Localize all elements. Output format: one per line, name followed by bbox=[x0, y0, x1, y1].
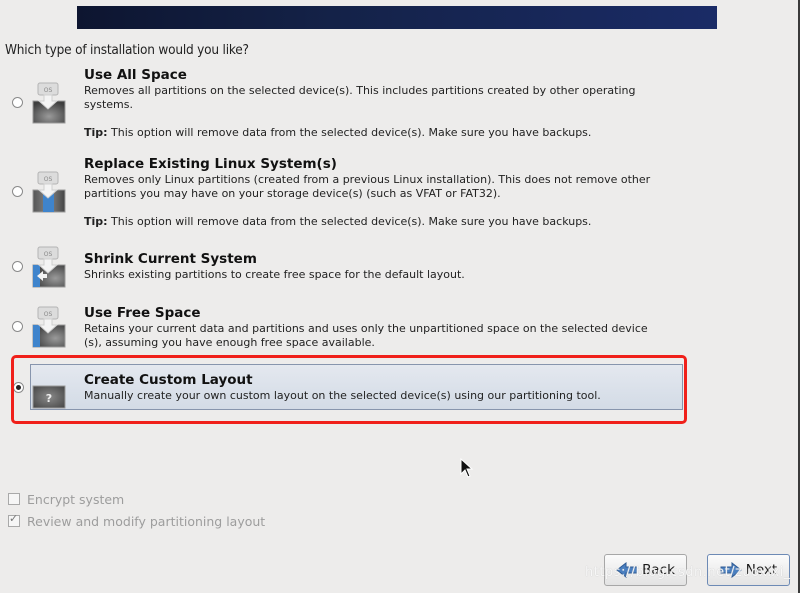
desc-line: Shrinks existing partitions to create fr… bbox=[84, 268, 465, 281]
option-tip: Tip: This option will remove data from t… bbox=[84, 215, 591, 228]
os-replace-linux-icon: OS bbox=[32, 171, 66, 213]
option-title: Replace Existing Linux System(s) bbox=[84, 156, 337, 172]
option-title: Use Free Space bbox=[84, 305, 201, 321]
radio-use-free-space[interactable] bbox=[12, 321, 23, 332]
next-button-label: Next bbox=[745, 562, 778, 578]
tip-label: Tip: bbox=[84, 126, 108, 139]
back-button-label: Back bbox=[642, 562, 675, 578]
desc-line: Removes all partitions on the selected d… bbox=[84, 84, 636, 97]
option-description: Removes only Linux partitions (created f… bbox=[84, 173, 684, 201]
option-description: Shrinks existing partitions to create fr… bbox=[84, 268, 684, 282]
desc-line: Removes only Linux partitions (created f… bbox=[84, 173, 651, 186]
option-title: Shrink Current System bbox=[84, 251, 257, 267]
red-highlight-annotation bbox=[11, 355, 687, 424]
desc-line: systems. bbox=[84, 98, 133, 111]
option-description: Removes all partitions on the selected d… bbox=[84, 84, 684, 112]
desc-line: partitions you may have on your storage … bbox=[84, 187, 501, 200]
checkbox-box[interactable] bbox=[8, 512, 20, 527]
checkbox-label: Review and modify partitioning layout bbox=[27, 514, 266, 529]
option-tip: Tip: This option will remove data from t… bbox=[84, 126, 591, 139]
mouse-cursor-icon bbox=[460, 458, 474, 478]
checkbox-box[interactable] bbox=[8, 493, 20, 505]
option-title: Use All Space bbox=[84, 67, 187, 83]
os-free-space-icon: OS bbox=[32, 306, 66, 348]
back-button[interactable]: Back bbox=[604, 554, 687, 586]
tip-text: This option will remove data from the se… bbox=[107, 126, 592, 139]
svg-text:OS: OS bbox=[44, 311, 53, 318]
os-use-all-space-icon: OS bbox=[32, 82, 66, 124]
tip-label: Tip: bbox=[84, 215, 108, 228]
os-shrink-icon: OS bbox=[32, 246, 66, 288]
header-banner bbox=[77, 6, 717, 29]
svg-text:OS: OS bbox=[44, 87, 53, 94]
radio-use-all-space[interactable] bbox=[12, 97, 23, 108]
review-partitioning-checkbox[interactable]: Review and modify partitioning layout bbox=[8, 512, 266, 529]
page-question: Which type of installation would you lik… bbox=[5, 42, 249, 58]
desc-line: (s), assuming you have enough free space… bbox=[84, 336, 375, 349]
next-button[interactable]: Next bbox=[707, 554, 790, 586]
radio-replace-linux[interactable] bbox=[12, 186, 23, 197]
radio-shrink-current-system[interactable] bbox=[12, 261, 23, 272]
tip-text: This option will remove data from the se… bbox=[107, 215, 592, 228]
back-arrow-icon bbox=[616, 562, 638, 578]
svg-text:OS: OS bbox=[44, 251, 53, 258]
encrypt-system-checkbox[interactable]: Encrypt system bbox=[8, 492, 124, 507]
desc-line: Retains your current data and partitions… bbox=[84, 322, 648, 335]
checkbox-label: Encrypt system bbox=[27, 492, 125, 507]
next-arrow-icon bbox=[720, 562, 742, 578]
option-description: Retains your current data and partitions… bbox=[84, 322, 684, 350]
svg-text:OS: OS bbox=[44, 176, 53, 183]
